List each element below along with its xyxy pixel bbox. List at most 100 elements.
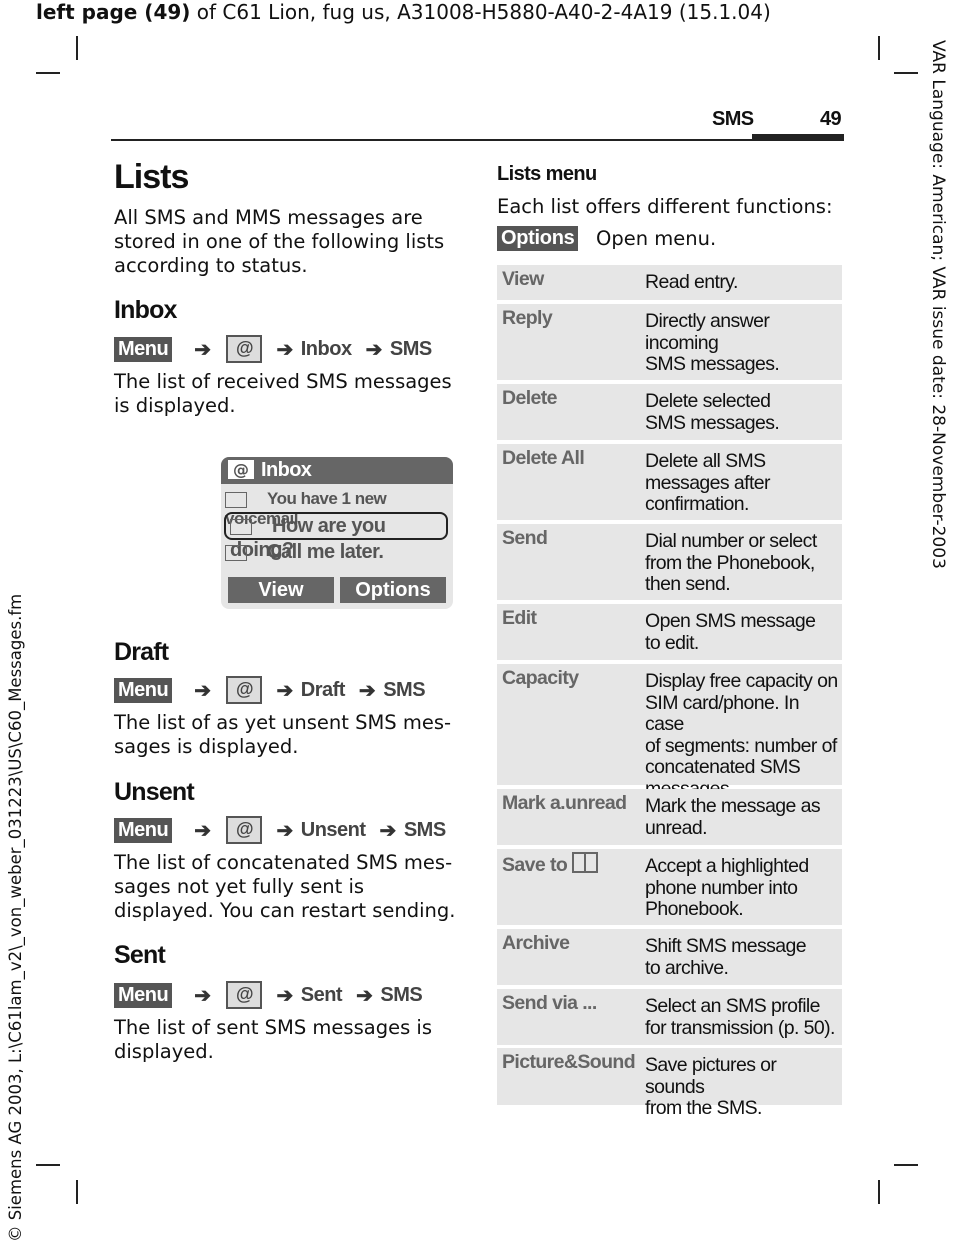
arrow-icon: ➔ <box>379 819 397 842</box>
section-heading: Sent <box>114 941 166 969</box>
menu-path: Menu ➔ @ ➔ Sent ➔ SMS <box>114 981 423 1009</box>
path-step[interactable]: SMS <box>383 679 425 702</box>
menu-option-label[interactable]: Delete <box>502 387 558 410</box>
lists-menu-text: Each list offers different functions: <box>497 195 833 218</box>
arrow-icon: ➔ <box>276 984 293 1007</box>
crop-mark <box>894 72 918 74</box>
menu-option-description: Delete all SMS messages after confirmati… <box>645 450 771 515</box>
crop-mark <box>878 36 880 60</box>
menu-row: Mark a.unread Mark the message as unread… <box>497 789 842 845</box>
at-icon: @ <box>228 460 254 479</box>
crop-mark <box>878 1180 880 1204</box>
menu-row: Send via ... Select an SMS profile for t… <box>497 989 842 1045</box>
arrow-icon: ➔ <box>194 984 211 1007</box>
list-item-selected[interactable]: How are you doing? <box>224 512 448 561</box>
menu-option-description: Accept a highlighted phone number into P… <box>645 855 809 920</box>
menu-option-description: Open SMS message to edit. <box>645 610 816 654</box>
menu-key[interactable]: Menu <box>114 817 173 843</box>
arrow-icon: ➔ <box>194 819 211 842</box>
menu-option-description: Display free capacity on SIM card/phone.… <box>645 670 838 799</box>
softkey-view[interactable]: View <box>228 577 334 603</box>
menu-key[interactable]: Menu <box>114 982 173 1008</box>
arrow-icon: ➔ <box>276 819 293 842</box>
menu-option-label[interactable]: Save to <box>502 852 598 877</box>
crop-mark <box>36 1164 60 1166</box>
page-header: left page (49) of C61 Lion, fug us, A310… <box>36 0 771 24</box>
path-step[interactable]: Unsent <box>301 819 366 842</box>
arrow-icon: ➔ <box>365 338 383 361</box>
menu-row: Capacity Display free capacity on SIM ca… <box>497 664 842 799</box>
messages-at-icon[interactable]: @ <box>226 816 263 844</box>
running-head-section: SMS <box>712 108 754 130</box>
menu-option-label[interactable]: Edit <box>502 607 537 630</box>
intro-text: All SMS and MMS messages are stored in o… <box>114 206 445 277</box>
menu-option-label[interactable]: Mark a.unread <box>502 792 627 815</box>
menu-row: Delete All Delete all SMS messages after… <box>497 444 842 520</box>
page-number: 49 <box>820 108 842 130</box>
menu-option-description: Delete selected SMS messages. <box>645 390 780 434</box>
menu-key[interactable]: Menu <box>114 677 173 703</box>
list-item[interactable]: Call me later. <box>225 541 384 564</box>
crop-mark <box>76 1180 78 1204</box>
side-note-left: © Siemens AG 2003, L:\C61lam_v2\_von_web… <box>6 593 25 1242</box>
menu-option-label[interactable]: Picture&Sound <box>502 1051 636 1074</box>
arrow-icon: ➔ <box>276 338 293 361</box>
path-step[interactable]: Draft <box>301 679 346 702</box>
menu-path: Menu ➔ @ ➔ Draft ➔ SMS <box>114 676 426 704</box>
lists-menu-heading: Lists menu <box>497 163 597 185</box>
menu-option-label[interactable]: View <box>502 268 544 291</box>
path-step[interactable]: Sent <box>301 984 343 1007</box>
menu-option-description: Select an SMS profile for transmission (… <box>645 995 835 1039</box>
envelope-icon <box>225 544 247 561</box>
menu-option-label[interactable]: Archive <box>502 932 570 955</box>
page-title: Lists <box>114 158 189 196</box>
phone-title: Inbox <box>261 459 312 481</box>
voicemail-envelope-icon <box>225 491 247 508</box>
side-note-right: VAR Language: American; VAR issue date: … <box>928 40 948 569</box>
messages-at-icon[interactable]: @ <box>226 981 263 1009</box>
phone-title-bar: @ Inbox <box>221 457 453 484</box>
section-heading: Unsent <box>114 778 195 806</box>
menu-option-description: Shift SMS message to archive. <box>645 935 807 979</box>
menu-row: Archive Shift SMS message to archive. <box>497 929 842 985</box>
arrow-icon: ➔ <box>276 679 293 702</box>
crop-mark <box>894 1164 918 1166</box>
menu-path: Menu ➔ @ ➔ Inbox ➔ SMS <box>114 335 432 363</box>
menu-option-label[interactable]: Send via ... <box>502 992 597 1015</box>
menu-option-description: Mark the message as unread. <box>645 795 821 839</box>
menu-option-description: Read entry. <box>645 271 738 293</box>
messages-at-icon[interactable]: @ <box>226 335 263 363</box>
path-step[interactable]: SMS <box>404 819 446 842</box>
section-text: The list of sent SMS messages is display… <box>114 1016 433 1063</box>
menu-option-description: Save pictures or sounds from the SMS. <box>645 1054 777 1119</box>
crop-mark <box>36 72 60 74</box>
options-key[interactable]: Options <box>497 226 579 251</box>
menu-key[interactable]: Menu <box>114 336 173 362</box>
envelope-icon <box>230 518 252 535</box>
arrow-icon: ➔ <box>194 679 211 702</box>
phonebook-icon <box>572 852 598 873</box>
menu-row: Delete Delete selected SMS messages. <box>497 384 842 440</box>
menu-option-label[interactable]: Reply <box>502 307 553 330</box>
menu-row: View Read entry. <box>497 265 842 300</box>
menu-option-label[interactable]: Capacity <box>502 667 579 690</box>
section-text: The list of concatenated SMS mes-sages n… <box>114 851 456 922</box>
path-step[interactable]: Inbox <box>301 338 352 361</box>
section-heading: Inbox <box>114 296 177 324</box>
crop-mark <box>76 36 78 60</box>
path-step[interactable]: SMS <box>390 338 432 361</box>
menu-option-label[interactable]: Delete All <box>502 447 585 470</box>
menu-row: Picture&Sound Save pictures or sounds fr… <box>497 1048 842 1119</box>
arrow-icon: ➔ <box>194 338 211 361</box>
menu-option-label[interactable]: Send <box>502 527 548 550</box>
arrow-icon: ➔ <box>356 984 373 1007</box>
menu-row: Reply Directly answer incoming SMS messa… <box>497 304 842 380</box>
arrow-icon: ➔ <box>358 679 376 702</box>
softkey-options[interactable]: Options <box>340 577 446 603</box>
section-heading: Draft <box>114 638 169 666</box>
messages-at-icon[interactable]: @ <box>226 676 263 704</box>
path-step[interactable]: SMS <box>380 984 422 1007</box>
menu-option-description: Directly answer incoming SMS messages. <box>645 310 780 375</box>
menu-path: Menu ➔ @ ➔ Unsent ➔ SMS <box>114 816 446 844</box>
header-rule <box>111 139 844 141</box>
